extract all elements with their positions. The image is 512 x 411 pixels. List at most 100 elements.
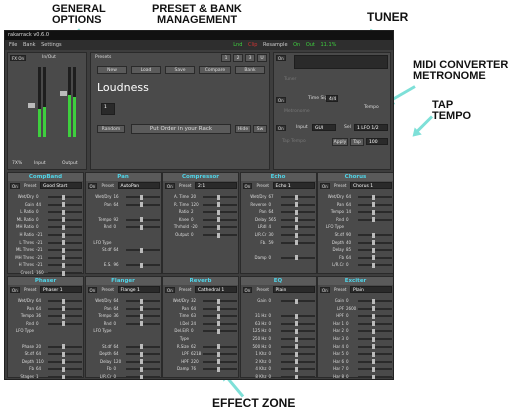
param-slider[interactable]: [203, 344, 237, 350]
param-slider[interactable]: [125, 202, 160, 208]
param-slider[interactable]: [48, 298, 82, 304]
effect-preset-select[interactable]: Flange 1: [117, 286, 160, 293]
param-slider[interactable]: [280, 359, 315, 365]
slider-knob[interactable]: [217, 202, 220, 208]
slider-knob[interactable]: [294, 328, 298, 334]
slider-knob[interactable]: [217, 217, 220, 223]
apply-button[interactable]: Apply: [332, 138, 348, 146]
param-slider[interactable]: [203, 232, 237, 238]
slider-knob[interactable]: [217, 366, 220, 372]
slider-knob[interactable]: [372, 351, 375, 357]
param-slider[interactable]: [48, 232, 82, 238]
slider-knob[interactable]: [62, 224, 65, 230]
effect-on-toggle[interactable]: On: [10, 287, 20, 293]
slider-knob[interactable]: [139, 321, 143, 327]
param-slider[interactable]: [280, 313, 315, 319]
param-slider[interactable]: [203, 224, 237, 230]
slider-knob[interactable]: [139, 366, 143, 372]
slider-knob[interactable]: [62, 247, 65, 253]
slider-knob[interactable]: [62, 262, 65, 268]
param-slider[interactable]: [125, 306, 160, 312]
slider-knob[interactable]: [139, 306, 143, 312]
slider-knob[interactable]: [139, 359, 143, 365]
slider-knob[interactable]: [62, 374, 65, 379]
slider-knob[interactable]: [62, 306, 65, 312]
effect-preset-select[interactable]: Chorus 1: [350, 182, 392, 189]
output-fader[interactable]: [60, 91, 67, 96]
preset-num-1[interactable]: 1: [221, 54, 231, 62]
effect-on-toggle[interactable]: On: [242, 287, 253, 293]
input-fader[interactable]: [28, 103, 35, 108]
param-slider[interactable]: [280, 202, 315, 208]
param-slider[interactable]: [358, 217, 392, 223]
slider-knob[interactable]: [217, 328, 220, 334]
load-button[interactable]: Load: [131, 66, 161, 74]
slider-knob[interactable]: [217, 351, 220, 357]
param-slider[interactable]: [48, 313, 82, 319]
param-slider[interactable]: [125, 224, 160, 230]
slider-knob[interactable]: [62, 270, 65, 276]
slider-knob[interactable]: [372, 217, 375, 223]
param-slider[interactable]: [48, 366, 82, 372]
slider-knob[interactable]: [62, 232, 65, 238]
slider-knob[interactable]: [139, 224, 143, 230]
param-slider[interactable]: [203, 306, 237, 312]
new-button[interactable]: New: [97, 66, 127, 74]
slider-knob[interactable]: [217, 313, 220, 319]
param-slider[interactable]: [358, 209, 392, 215]
slider-knob[interactable]: [217, 209, 220, 215]
param-slider[interactable]: [358, 306, 392, 312]
slider-knob[interactable]: [62, 217, 65, 223]
slider-knob[interactable]: [294, 366, 298, 372]
effect-on-toggle[interactable]: On: [87, 183, 98, 189]
slider-knob[interactable]: [294, 298, 298, 304]
slider-knob[interactable]: [62, 344, 65, 350]
slider-knob[interactable]: [372, 255, 375, 261]
param-slider[interactable]: [358, 194, 392, 200]
slider-knob[interactable]: [62, 240, 65, 246]
effect-preset-select[interactable]: Cathedral 1: [195, 286, 237, 293]
slider-knob[interactable]: [139, 217, 143, 223]
menu-file[interactable]: File: [9, 42, 17, 48]
param-slider[interactable]: [203, 298, 237, 304]
effect-on-toggle[interactable]: On: [10, 183, 20, 189]
status-fx-on[interactable]: On: [293, 42, 300, 48]
slider-knob[interactable]: [372, 194, 375, 200]
slider-knob[interactable]: [62, 359, 65, 365]
param-slider[interactable]: [48, 321, 82, 327]
param-slider[interactable]: [280, 374, 315, 379]
param-slider[interactable]: [203, 359, 237, 365]
param-slider[interactable]: [280, 336, 315, 342]
slider-knob[interactable]: [62, 313, 65, 319]
param-slider[interactable]: [203, 321, 237, 327]
param-slider[interactable]: [203, 313, 237, 319]
param-slider[interactable]: [358, 366, 392, 372]
slider-knob[interactable]: [294, 336, 298, 342]
slider-knob[interactable]: [217, 298, 220, 304]
slider-knob[interactable]: [139, 351, 143, 357]
param-slider[interactable]: [203, 202, 237, 208]
param-slider[interactable]: [280, 366, 315, 372]
slider-knob[interactable]: [217, 321, 220, 327]
fx-on-toggle[interactable]: FX On: [10, 55, 26, 61]
slider-knob[interactable]: [62, 209, 65, 215]
param-slider[interactable]: [48, 374, 82, 379]
param-slider[interactable]: [125, 344, 160, 350]
slider-knob[interactable]: [372, 374, 375, 379]
slider-knob[interactable]: [294, 224, 298, 230]
preset-num-u[interactable]: U: [257, 54, 267, 62]
effect-on-toggle[interactable]: On: [242, 183, 253, 189]
param-slider[interactable]: [125, 247, 160, 253]
slider-knob[interactable]: [294, 321, 298, 327]
slider-knob[interactable]: [372, 240, 375, 246]
slider-knob[interactable]: [294, 351, 298, 357]
slider-knob[interactable]: [139, 247, 143, 253]
slider-knob[interactable]: [62, 351, 65, 357]
random-button[interactable]: Random: [97, 125, 125, 133]
slider-knob[interactable]: [217, 232, 220, 238]
slider-knob[interactable]: [139, 298, 143, 304]
slider-knob[interactable]: [62, 202, 65, 208]
param-slider[interactable]: [48, 270, 82, 276]
param-slider[interactable]: [280, 240, 315, 246]
slider-knob[interactable]: [294, 194, 298, 200]
